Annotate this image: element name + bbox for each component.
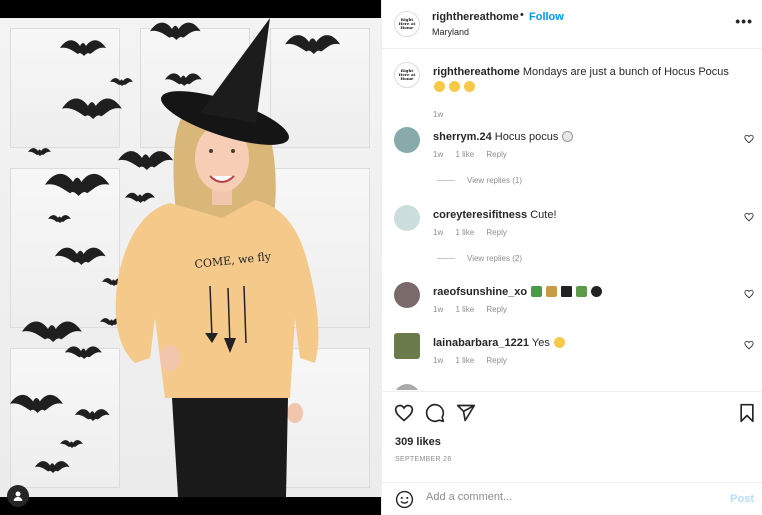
commenter-avatar[interactable] [394,333,420,359]
share-icon[interactable] [456,403,476,423]
comment-reply-button[interactable]: Reply [486,356,506,365]
post-location[interactable]: Maryland [432,27,469,37]
zombie-emoji-icon [576,286,588,297]
black-square-emoji-icon [561,286,573,297]
scream-emoji-icon [553,337,565,348]
comment-item: lainabarbara_1221 Yes 1w 1 like Reply [382,333,762,373]
heart-icon[interactable] [394,403,414,423]
comment-icon[interactable] [425,403,445,423]
post-media[interactable]: COME, we fly [0,0,381,515]
more-options-icon[interactable]: ••• [735,13,753,29]
comment-meta: 1w 1 like Reply [433,228,517,237]
smile-icon[interactable] [395,490,414,509]
comment-timestamp: 1w [433,305,444,314]
comment-timestamp: 1w [433,356,444,365]
user-tag-icon[interactable] [7,485,29,507]
comment-username[interactable]: sherrym.24 [433,131,492,143]
commenter-avatar[interactable] [394,384,420,390]
follow-button[interactable]: Follow [529,11,564,23]
comment-reply-button[interactable]: Reply [486,150,506,159]
comment-item: raeofsunshine_xo 1w 1 like Reply [382,282,762,322]
photo-illustration: COME, we fly [10,18,341,497]
comment-heart-icon[interactable] [744,134,754,144]
comment-meta: 1w 1 like Reply [433,150,517,159]
bookmark-icon[interactable] [737,403,757,423]
caption-username[interactable]: righthereathome [433,66,520,78]
avatar-logo-text: Right Here at Home [398,68,416,81]
view-replies-label: View replies (2) [467,254,522,263]
commenter-avatar[interactable] [394,282,420,308]
comment-timestamp: 1w [433,150,444,159]
comment-like-count[interactable]: 1 like [455,150,474,159]
comment-text: sherrym.24 Hocus pocus [433,130,743,145]
post-photo: COME, we fly [0,18,381,497]
comment-item: sherrym.24 Hocus pocus 1w 1 like Reply V… [382,127,762,187]
comment-heart-icon[interactable] [744,212,754,222]
comment-text: coreyteresifitness Cute! [433,208,743,223]
comment-like-count[interactable]: 1 like [455,228,474,237]
author-username[interactable]: righthereathome [432,11,519,23]
comment-text: raeofsunshine_xo [433,285,743,300]
caption-text: righthereathome Mondays are just a bunch… [433,65,743,95]
caption-item: Right Here at Home righthereathome Monda… [382,62,762,119]
separator-dot: • [520,9,524,21]
post-sidebar: Right Here at Home righthereathome • Fol… [381,0,762,515]
avatar-logo-text: Right Here at Home [398,17,416,30]
post-comment-button[interactable]: Post [730,493,754,505]
comment-timestamp: 1w [433,228,444,237]
witch-emoji-icon [531,286,543,297]
caption-body: Mondays are just a bunch of Hocus Pocus [522,66,729,78]
comment-reply-button[interactable]: Reply [486,305,506,314]
ghost-emoji-icon [562,131,574,142]
comment-username[interactable]: raeofsunshine_xo [433,286,527,298]
caption-timestamp: 1w [433,110,444,119]
view-replies-button[interactable]: View replies (2) [437,254,522,263]
comment-like-count[interactable]: 1 like [455,305,474,314]
comment-body: Hocus pocus [494,131,559,143]
zany-emoji-icon [464,81,476,92]
comment-username[interactable]: coreyteresifitness [433,209,527,221]
add-comment-bar: Post [382,482,762,515]
comment-meta: 1w 1 like Reply [433,356,517,365]
wink-emoji-icon [449,81,461,92]
post-actions: 309 likes SEPTEMBER 26 [382,391,762,491]
comment-username[interactable]: lainabarbara_1221 [433,337,529,349]
author-avatar[interactable]: Right Here at Home [394,11,420,37]
comment-input[interactable] [426,491,716,503]
commenter-avatar[interactable] [394,127,420,153]
like-count[interactable]: 309 likes [395,436,441,448]
comment-heart-icon[interactable] [744,340,754,350]
comment-item: coreyteresifitness Cute! 1w 1 like Reply… [382,205,762,265]
commenter-avatar[interactable] [394,205,420,231]
comment-like-count[interactable]: 1 like [455,356,474,365]
comment-meta: 1w 1 like Reply [433,305,517,314]
caption-meta: 1w [433,110,453,119]
post-header: Right Here at Home righthereathome • Fol… [382,0,762,49]
comments-list[interactable]: Right Here at Home righthereathome Monda… [382,50,762,390]
comment-body: Cute! [530,209,557,221]
comment-reply-button[interactable]: Reply [486,228,506,237]
smirk-emoji-icon [434,81,445,92]
view-replies-label: View replies (1) [467,176,522,185]
post-date[interactable]: SEPTEMBER 26 [395,456,452,463]
comment-text: lainabarbara_1221 Yes [433,336,743,351]
comment-body: Yes [531,337,550,349]
comment-item-partial [382,384,762,390]
comment-heart-icon[interactable] [744,289,754,299]
black-heart-emoji-icon [591,286,603,297]
caption-author-avatar[interactable]: Right Here at Home [394,62,420,88]
cat-emoji-icon [546,286,558,297]
view-replies-button[interactable]: View replies (1) [437,176,522,185]
